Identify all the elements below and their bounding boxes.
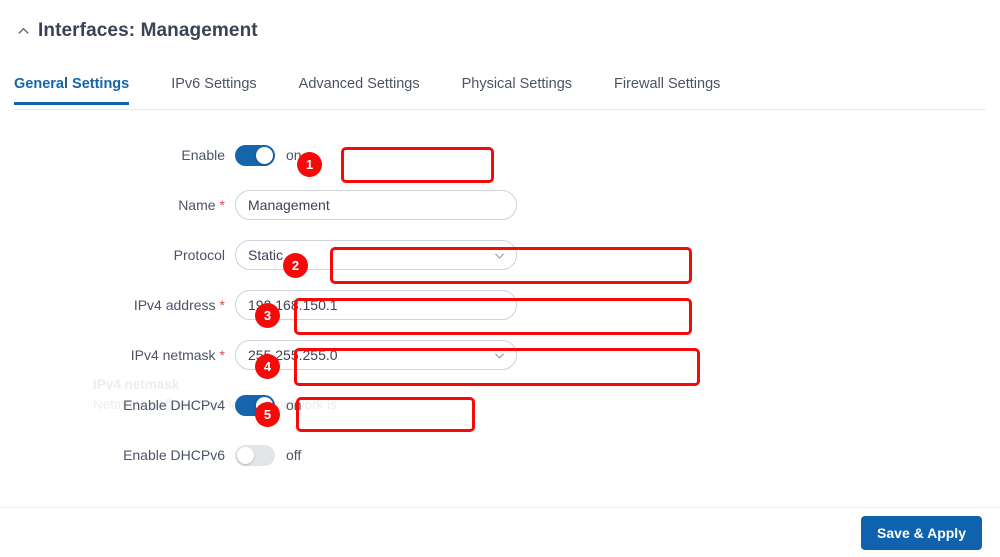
name-required-mark: *	[219, 197, 225, 213]
form-row-name: Name * Management	[0, 180, 1000, 230]
annotation-badge-1: 1	[297, 152, 322, 177]
protocol-select[interactable]: Static	[235, 240, 517, 270]
tab-general-settings[interactable]: General Settings	[14, 70, 130, 105]
annotation-badge-5: 5	[255, 402, 280, 427]
ipv4-netmask-label-text: IPv4 netmask	[130, 347, 216, 363]
enable-label: Enable	[181, 147, 225, 163]
annotation-badge-3: 3	[255, 303, 280, 328]
name-label: Name *	[0, 197, 235, 213]
enable-dhcpv6-toggle-group: off	[235, 440, 301, 470]
annotation-badge-4: 4	[255, 354, 280, 379]
annotation-badge-2: 2	[283, 253, 308, 278]
ipv4-netmask-label: IPv4 netmask *	[0, 347, 235, 363]
enable-dhcpv6-state-text: off	[286, 447, 302, 463]
general-settings-form: Enable on Name * Management Protocol Stat…	[0, 130, 1000, 480]
enable-toggle-group: on	[235, 140, 302, 170]
form-row-protocol: Protocol Static	[0, 230, 1000, 280]
ipv4-netmask-required-mark: *	[219, 347, 225, 363]
tab-ipv6-settings[interactable]: IPv6 Settings	[171, 70, 256, 104]
toggle-knob	[237, 446, 254, 464]
form-row-ipv4-address: IPv4 address * 192.168.150.1	[0, 280, 1000, 330]
name-label-text: Name	[178, 197, 216, 213]
form-row-ipv4-netmask: IPv4 netmask * 255.255.255.0	[0, 330, 1000, 380]
enable-dhcpv4-label: Enable DHCPv4	[123, 397, 225, 413]
enable-dhcpv6-label: Enable DHCPv6	[123, 447, 225, 463]
form-footer: Save & Apply	[0, 507, 1000, 557]
enable-toggle[interactable]	[235, 144, 275, 166]
form-row-enable: Enable on	[0, 130, 1000, 180]
tab-physical-settings[interactable]: Physical Settings	[462, 70, 572, 104]
tab-firewall-settings[interactable]: Firewall Settings	[614, 70, 720, 104]
chevron-down-icon	[492, 348, 506, 362]
protocol-label: Protocol	[173, 247, 225, 263]
tab-advanced-settings[interactable]: Advanced Settings	[299, 70, 420, 104]
name-input-value: Management	[248, 197, 330, 213]
enable-dhcpv6-toggle[interactable]	[235, 444, 275, 466]
save-and-apply-button[interactable]: Save & Apply	[861, 515, 982, 550]
form-row-enable-dhcpv4: Enable DHCPv4 on	[0, 380, 1000, 430]
ipv4-address-label-text: IPv4 address	[133, 297, 216, 313]
tab-bar: General Settings IPv6 Settings Advanced …	[14, 70, 986, 110]
protocol-selected-value: Static	[248, 247, 284, 263]
chevron-up-icon[interactable]	[14, 22, 32, 40]
enable-dhcpv4-state-text: on	[286, 397, 302, 413]
ipv4-address-label: IPv4 address *	[0, 297, 235, 313]
form-row-enable-dhcpv6: Enable DHCPv6 off	[0, 430, 1000, 480]
toggle-knob	[256, 146, 273, 164]
name-input[interactable]: Management	[235, 190, 517, 220]
page-header: Interfaces: Management	[0, 0, 1000, 62]
ipv4-address-required-mark: *	[219, 297, 225, 313]
page-title: Interfaces: Management	[38, 20, 258, 41]
chevron-down-icon	[492, 248, 506, 262]
